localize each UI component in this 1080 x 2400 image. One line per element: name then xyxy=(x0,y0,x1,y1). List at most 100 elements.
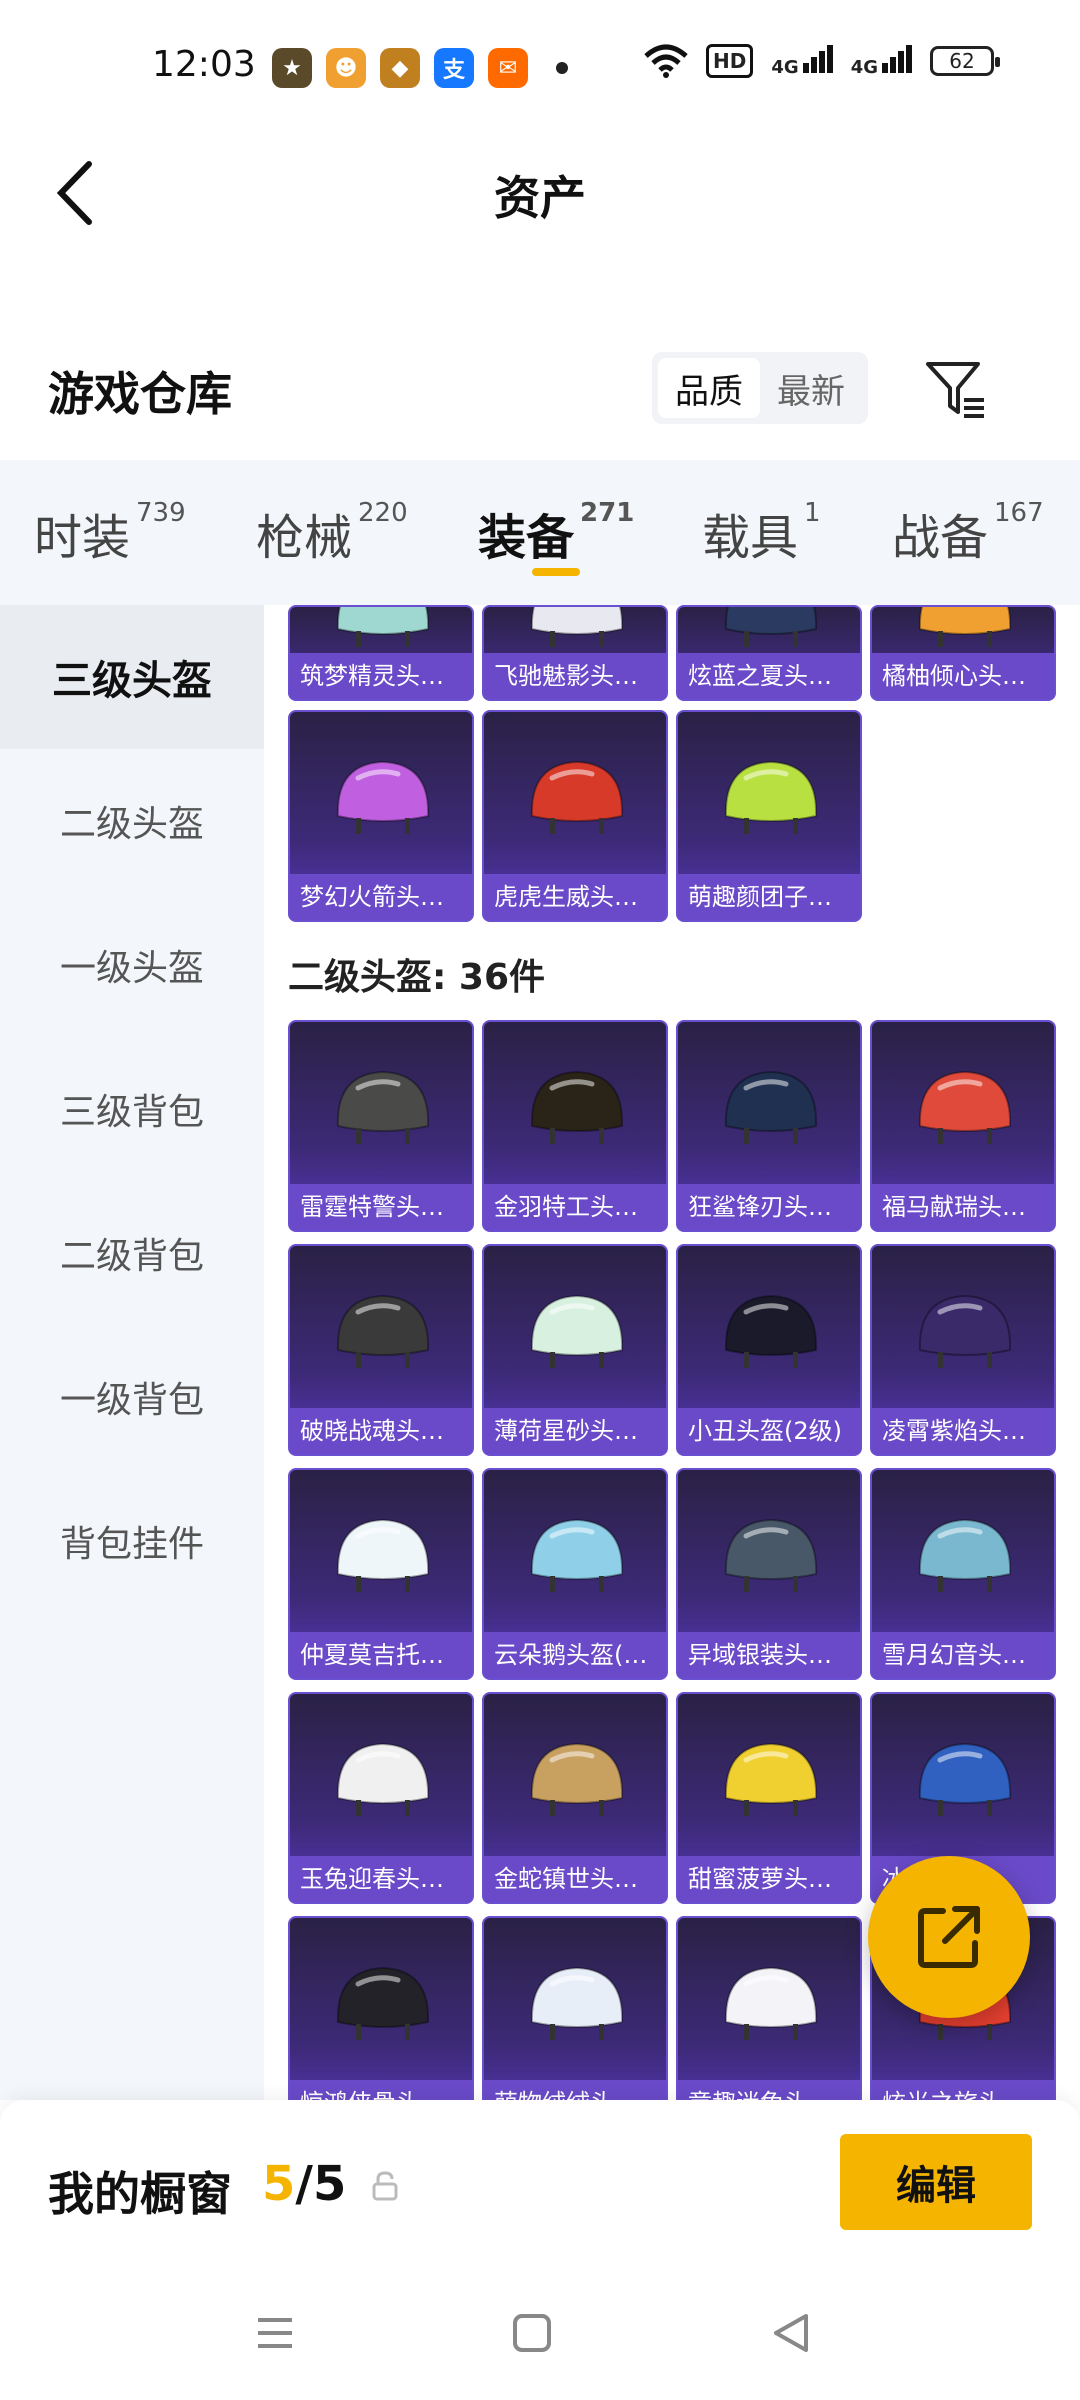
item-name-label: 飞驰魅影头盔... xyxy=(484,653,666,699)
tab-label: 时装 xyxy=(34,510,131,566)
item-name-label: 虎虎生威头盔... xyxy=(484,874,666,920)
helmet-item-card[interactable]: 狂鲨锋刃头盔... xyxy=(676,1020,862,1232)
status-bar: 12:03 ★ ☻ ◆ 支 ✉ HD 4G 4G 62 xyxy=(0,0,1080,130)
showcase-count: 5/5 xyxy=(262,2156,346,2212)
tab-label: 装备 xyxy=(478,510,575,566)
battery-icon: 62 xyxy=(930,46,1000,76)
item-name-label: 云朵鹅头盔(2... xyxy=(484,1632,666,1678)
tab-count: 220 xyxy=(358,498,408,528)
subcategory-sidebar: 三级头盔 二级头盔 一级头盔 三级背包 二级背包 一级背包 背包挂件 xyxy=(0,605,264,2100)
helmet-item-card[interactable]: 虎虎生威头盔... xyxy=(482,710,668,922)
item-name-label: 梦幻火箭头盔... xyxy=(290,874,472,920)
game-app2-icon: ◆ xyxy=(380,48,420,88)
item-name-label: 惊鸿侠骨头盔... xyxy=(290,2080,472,2100)
sidebar-item-level3-helmet[interactable]: 三级头盔 xyxy=(0,605,264,749)
helmet-icon xyxy=(530,1294,624,1368)
helmet-item-card[interactable]: 筑梦精灵头盔... xyxy=(288,605,474,701)
helmet-item-card[interactable]: 飞驰魅影头盔... xyxy=(482,605,668,701)
sort-toggle: 品质 最新 xyxy=(652,352,868,424)
helmet-item-card[interactable]: 金蛇镇世头盔... xyxy=(482,1692,668,1904)
system-nav-bar xyxy=(0,2270,1080,2400)
helmet-item-card[interactable]: 破晓战魂头盔... xyxy=(288,1244,474,1456)
wifi-icon xyxy=(644,44,688,78)
helmet-icon xyxy=(724,607,818,647)
sidebar-item-level1-backpack[interactable]: 一级背包 xyxy=(0,1325,264,1469)
item-name-label: 薄荷星砂头盔... xyxy=(484,1408,666,1454)
tab-guns[interactable]: 枪械 220 xyxy=(256,498,408,568)
helmet-item-card[interactable]: 惊鸿侠骨头盔... xyxy=(288,1916,474,2100)
helmet-item-card[interactable]: 炫蓝之夏头盔... xyxy=(676,605,862,701)
item-name-label: 甜蜜菠萝头盔... xyxy=(678,1856,860,1902)
network-type-label: 4G xyxy=(850,56,878,78)
helmet-icon xyxy=(336,607,430,647)
home-icon[interactable] xyxy=(507,2308,557,2358)
share-button[interactable] xyxy=(868,1856,1030,2018)
helmet-item-card[interactable]: 雷霆特警头盔... xyxy=(288,1020,474,1232)
item-name-label: 雷霆特警头盔... xyxy=(290,1184,472,1230)
system-icons: HD 4G 4G 62 xyxy=(644,44,1000,78)
sidebar-item-backpack-charm[interactable]: 背包挂件 xyxy=(0,1469,264,1613)
helmet-icon xyxy=(336,1742,430,1816)
item-name-label: 异域银装头盔... xyxy=(678,1632,860,1678)
helmet-item-card[interactable]: 萌趣颜团子头... xyxy=(676,710,862,922)
helmet-item-card[interactable]: 梦幻火箭头盔... xyxy=(288,710,474,922)
tab-count: 739 xyxy=(136,498,186,528)
sort-quality-option[interactable]: 品质 xyxy=(658,358,760,418)
item-name-label: 萌物绒绒头盔... xyxy=(484,2080,666,2100)
clock: 12:03 xyxy=(152,44,256,85)
share-icon xyxy=(918,1906,980,1968)
helmet-item-card[interactable]: 金羽特工头盔... xyxy=(482,1020,668,1232)
helmet-icon xyxy=(530,607,624,647)
helmet-item-card[interactable]: 薄荷星砂头盔... xyxy=(482,1244,668,1456)
helmet-item-card[interactable]: 雪月幻音头盔... xyxy=(870,1468,1056,1680)
helmet-icon xyxy=(724,1742,818,1816)
game-app-icon: ★ xyxy=(272,48,312,88)
item-name-label: 炫蓝之夏头盔... xyxy=(678,653,860,699)
helmet-item-card[interactable]: 橘柚倾心头盔... xyxy=(870,605,1056,701)
helmet-item-card[interactable]: 萌物绒绒头盔... xyxy=(482,1916,668,2100)
tab-label: 战备 xyxy=(892,510,989,566)
item-name-label: 仲夏莫吉托头... xyxy=(290,1632,472,1678)
helmet-icon xyxy=(530,1966,624,2040)
helmet-icon xyxy=(336,1966,430,2040)
sidebar-item-level2-backpack[interactable]: 二级背包 xyxy=(0,1181,264,1325)
helmet-icon xyxy=(530,1518,624,1592)
helmet-item-card[interactable]: 玉兔迎春头盔... xyxy=(288,1692,474,1904)
helmet-item-card[interactable]: 甜蜜菠萝头盔... xyxy=(676,1692,862,1904)
item-name-label: 童趣迷兔头盔... xyxy=(678,2080,860,2100)
item-name-label: 福马献瑞头盔... xyxy=(872,1184,1054,1230)
tab-fashion[interactable]: 时装 739 xyxy=(34,498,186,568)
filter-button[interactable] xyxy=(922,356,988,422)
item-name-label: 凌霄紫焰头盔... xyxy=(872,1408,1054,1454)
helmet-icon xyxy=(918,607,1012,647)
tab-vehicles[interactable]: 载具 1 xyxy=(702,498,821,568)
helmet-item-card[interactable]: 异域银装头盔... xyxy=(676,1468,862,1680)
helmet-item-card[interactable]: 福马献瑞头盔... xyxy=(870,1020,1056,1232)
helmet-item-card[interactable]: 童趣迷兔头盔... xyxy=(676,1916,862,2100)
battery-level: 62 xyxy=(949,49,975,73)
edit-button[interactable]: 编辑 xyxy=(840,2134,1032,2230)
sidebar-item-level2-helmet[interactable]: 二级头盔 xyxy=(0,749,264,893)
helmet-item-card[interactable]: 小丑头盔(2级) xyxy=(676,1244,862,1456)
helmet-icon xyxy=(724,760,818,834)
menu-icon[interactable] xyxy=(250,2308,300,2358)
showcase-title: 我的橱窗 xyxy=(48,2167,232,2221)
showcase-separator: / xyxy=(295,2156,313,2212)
item-name-label: 小丑头盔(2级) xyxy=(678,1408,860,1454)
tab-supplies[interactable]: 战备 167 xyxy=(892,498,1044,568)
item-name-label: 炫光之旅头盔... xyxy=(872,2080,1054,2100)
sort-newest-option[interactable]: 最新 xyxy=(760,358,862,418)
mascot-app-icon: ☻ xyxy=(326,48,366,88)
helmet-item-card[interactable]: 凌霄紫焰头盔... xyxy=(870,1244,1056,1456)
item-name-label: 金羽特工头盔... xyxy=(484,1184,666,1230)
active-tab-indicator xyxy=(532,568,580,576)
helmet-icon xyxy=(530,760,624,834)
helmet-icon xyxy=(918,1742,1012,1816)
tab-equipment[interactable]: 装备 271 xyxy=(478,498,634,568)
sidebar-item-level1-helmet[interactable]: 一级头盔 xyxy=(0,893,264,1037)
sidebar-item-level3-backpack[interactable]: 三级背包 xyxy=(0,1037,264,1181)
back-triangle-icon[interactable] xyxy=(766,2308,816,2358)
helmet-item-card[interactable]: 仲夏莫吉托头... xyxy=(288,1468,474,1680)
item-name-label: 橘柚倾心头盔... xyxy=(872,653,1054,699)
helmet-item-card[interactable]: 云朵鹅头盔(2... xyxy=(482,1468,668,1680)
